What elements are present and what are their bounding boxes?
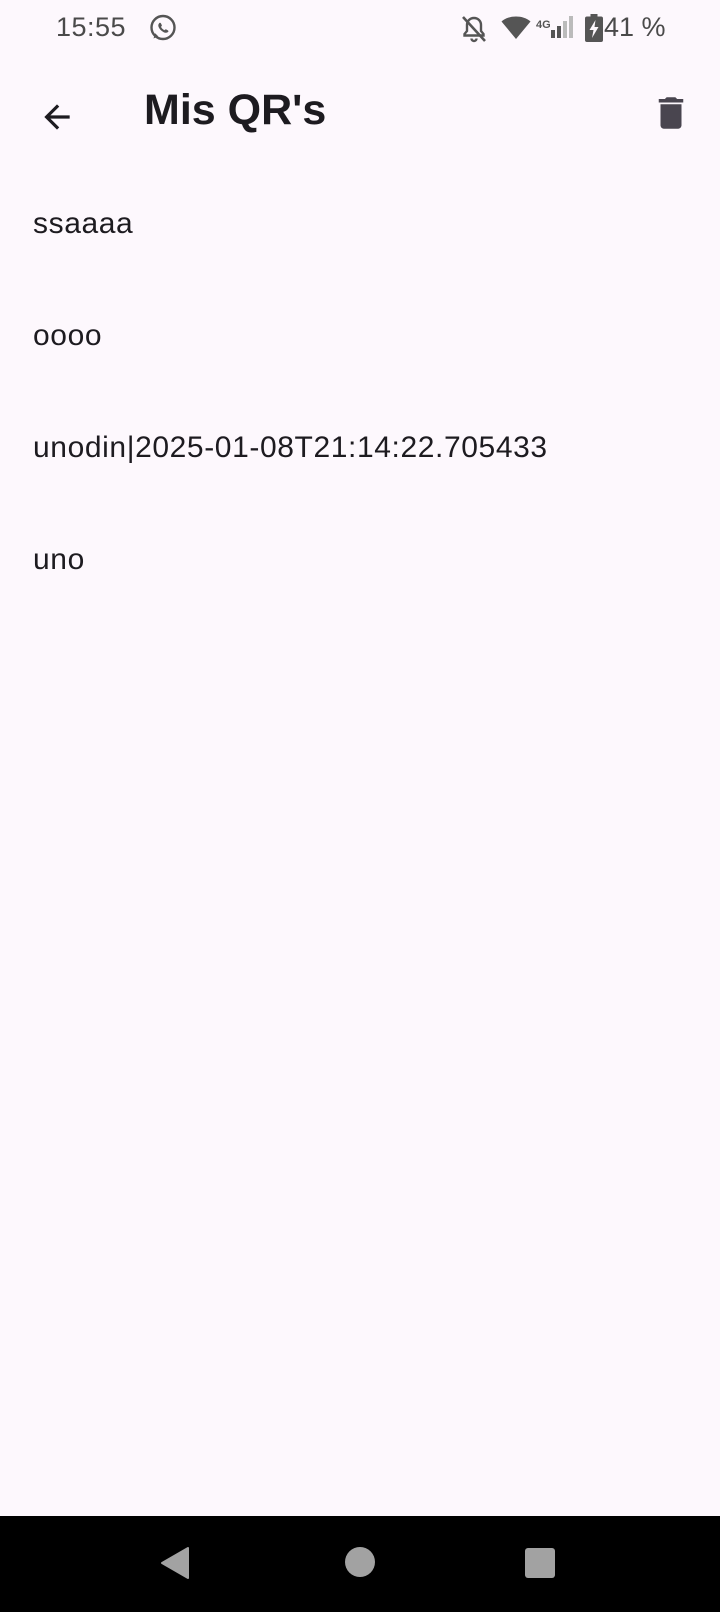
cell-signal-icon bbox=[551, 16, 573, 38]
list-item[interactable]: unodin|2025-01-08T21:14:22.705433 bbox=[0, 392, 720, 504]
nav-back-icon[interactable] bbox=[158, 1545, 194, 1581]
system-navigation-bar bbox=[0, 1516, 720, 1612]
delete-all-button[interactable] bbox=[646, 88, 696, 138]
nav-home-icon[interactable] bbox=[345, 1547, 375, 1577]
page-title: Mis QR's bbox=[144, 86, 327, 134]
list-item[interactable]: uno bbox=[0, 504, 720, 616]
notifications-off-icon bbox=[462, 16, 486, 43]
delete-icon bbox=[658, 97, 684, 129]
status-bar: 15:55 4G 41 % bbox=[0, 0, 720, 58]
battery-percent: 41 % bbox=[604, 12, 666, 42]
back-button[interactable] bbox=[30, 90, 84, 144]
status-time: 15:55 bbox=[56, 12, 127, 42]
list-item[interactable]: oooo bbox=[0, 280, 720, 392]
whatsapp-icon bbox=[150, 14, 176, 41]
app-bar: Mis QR's bbox=[0, 70, 720, 154]
network-type: 4G bbox=[536, 19, 551, 31]
qr-list: ssaaaa oooo unodin|2025-01-08T21:14:22.7… bbox=[0, 168, 720, 616]
battery-charging-icon bbox=[585, 14, 603, 42]
wifi-icon bbox=[501, 16, 531, 39]
arrow-back-icon bbox=[44, 104, 70, 130]
list-item[interactable]: ssaaaa bbox=[0, 168, 720, 280]
screen: 15:55 4G 41 % Mis QR's ssaaaa oooo unodi… bbox=[0, 0, 720, 1612]
nav-recents-icon[interactable] bbox=[525, 1548, 555, 1578]
